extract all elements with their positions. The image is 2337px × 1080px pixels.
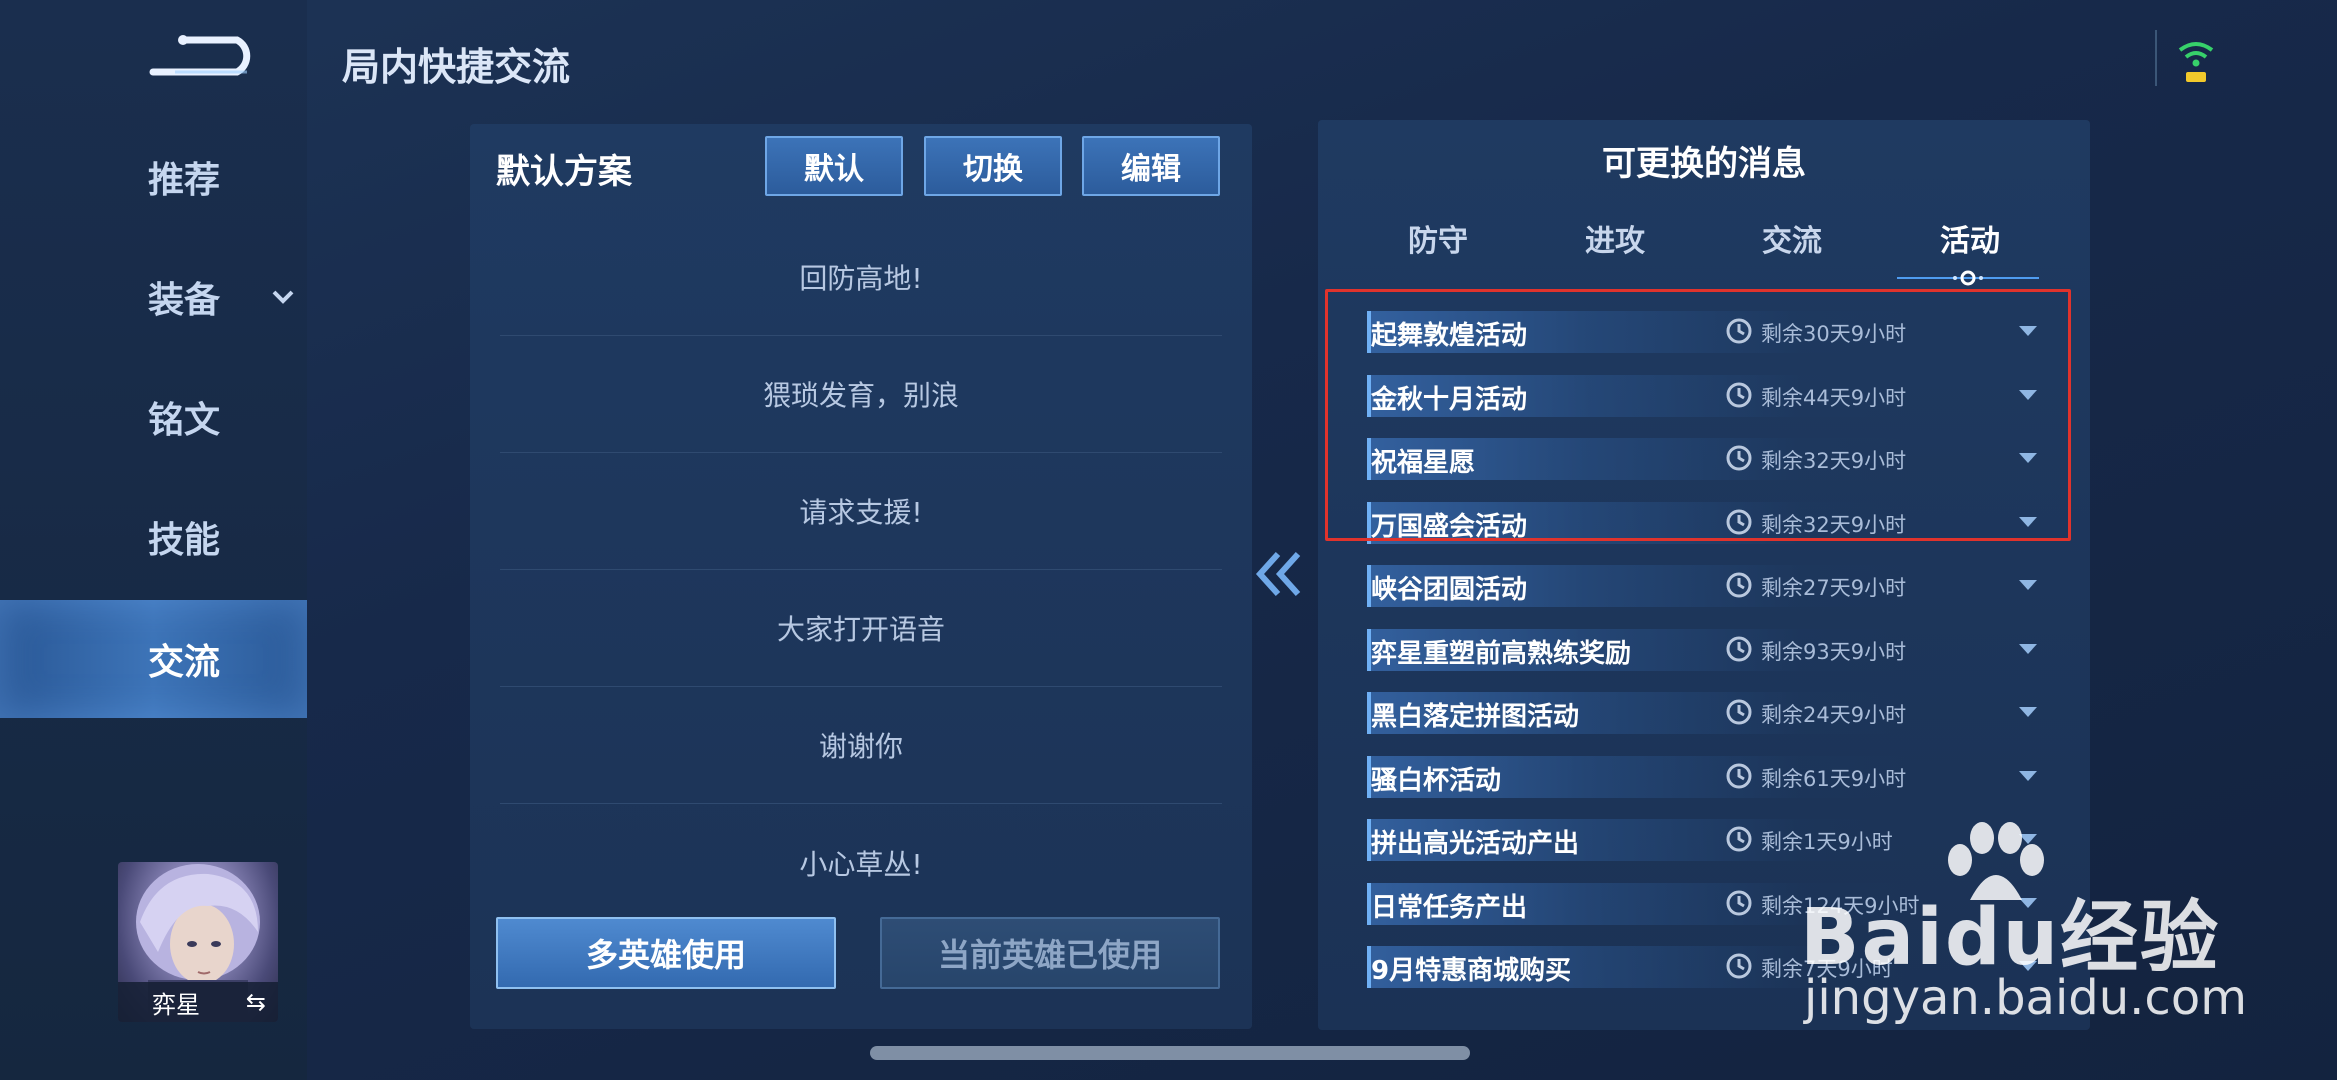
event-time: 剩余32天9小时 bbox=[1761, 449, 1907, 473]
sidebar-item-label: 铭文 bbox=[148, 400, 221, 441]
sidebar-item-skill[interactable]: 技能 bbox=[0, 478, 307, 596]
event-time: 剩余27天9小时 bbox=[1761, 576, 1907, 600]
list-item[interactable]: 拼出高光活动产出 剩余1天9小时 bbox=[1365, 809, 2070, 873]
chevron-down-icon[interactable] bbox=[2017, 450, 2039, 466]
chevron-down-icon[interactable] bbox=[2017, 704, 2039, 720]
divider bbox=[2155, 30, 2157, 86]
event-name: 祝福星愿 bbox=[1371, 448, 1476, 478]
clock-icon bbox=[1726, 763, 1752, 788]
list-item[interactable]: 小心草丛! bbox=[500, 804, 1222, 921]
chevron-down-icon[interactable] bbox=[2017, 577, 2039, 593]
sidebar-item-label: 装备 bbox=[148, 280, 221, 321]
list-item[interactable]: 骚白杯活动 剩余61天9小时 bbox=[1365, 746, 2070, 810]
default-scheme-panel: 默认方案 默认 切换 编辑 回防高地! 猥琐发育，别浪 请求支援! 大家打开语音… bbox=[470, 124, 1252, 1029]
event-time: 剩余30天9小时 bbox=[1761, 322, 1907, 346]
list-item[interactable]: 黑白落定拼图活动 剩余24天9小时 bbox=[1365, 682, 2070, 746]
chevron-down-icon[interactable] bbox=[2017, 768, 2039, 784]
event-name: 金秋十月活动 bbox=[1371, 384, 1528, 415]
hero-name-bar: 弈星 ⇆ bbox=[118, 982, 278, 1022]
default-button[interactable]: 默认 bbox=[765, 136, 903, 196]
event-time: 剩余44天9小时 bbox=[1761, 385, 1907, 410]
list-item[interactable]: 金秋十月活动 剩余44天9小时 bbox=[1365, 365, 2070, 429]
event-time: 剩余24天9小时 bbox=[1761, 703, 1907, 727]
hero-name: 弈星 bbox=[152, 990, 200, 1019]
event-time: 剩余61天9小时 bbox=[1761, 766, 1907, 791]
clock-icon bbox=[1726, 826, 1752, 852]
current-hero-button: 当前英雄已使用 bbox=[880, 917, 1220, 989]
panel-title: 可更换的消息 bbox=[1602, 144, 1806, 184]
list-item[interactable]: 弈星重塑前高熟练奖励 剩余93天9小时 bbox=[1365, 619, 2070, 683]
switch-hero-icon[interactable]: ⇆ bbox=[246, 988, 266, 1016]
switch-button[interactable]: 切换 bbox=[924, 136, 1062, 196]
multi-hero-button[interactable]: 多英雄使用 bbox=[496, 917, 836, 989]
tab-activity[interactable]: 活动 bbox=[1910, 216, 2030, 260]
event-name: 拼出高光活动产出 bbox=[1371, 829, 1580, 859]
event-time: 剩余32天9小时 bbox=[1761, 512, 1907, 537]
event-name: 万国盛会活动 bbox=[1371, 511, 1528, 542]
tab-defense[interactable]: 防守 bbox=[1378, 216, 1498, 260]
event-time: 剩余1天9小时 bbox=[1761, 830, 1893, 854]
sidebar: 推荐 装备 铭文 技能 交流 弈星 ⇆ bbox=[0, 0, 307, 1080]
panel-header: 默认方案 默认 切换 编辑 bbox=[470, 124, 1252, 204]
sidebar-item-label: 技能 bbox=[148, 520, 221, 561]
double-chevron-left-icon[interactable] bbox=[1252, 548, 1310, 600]
event-name: 日常任务产出 bbox=[1371, 892, 1528, 923]
sidebar-item-label: 交流 bbox=[148, 642, 221, 683]
sidebar-item-inscription[interactable]: 铭文 bbox=[0, 358, 307, 476]
chevron-down-icon[interactable] bbox=[2017, 895, 2039, 911]
clock-icon bbox=[1726, 318, 1752, 344]
back-icon[interactable] bbox=[145, 28, 255, 84]
clock-icon bbox=[1726, 572, 1752, 598]
list-item[interactable]: 请求支援! bbox=[500, 453, 1222, 570]
clock-icon bbox=[1726, 445, 1752, 471]
panel-heading: 默认方案 bbox=[496, 152, 632, 192]
tab-indicator bbox=[1897, 270, 2039, 286]
clock-icon bbox=[1726, 636, 1752, 661]
tab-attack[interactable]: 进攻 bbox=[1555, 216, 1675, 260]
sidebar-item-recommend[interactable]: 推荐 bbox=[0, 118, 307, 236]
event-name: 峡谷团圆活动 bbox=[1371, 575, 1528, 605]
clock-icon bbox=[1726, 953, 1752, 979]
clock-icon bbox=[1726, 382, 1752, 407]
clock-icon bbox=[1726, 699, 1752, 725]
event-name: 骚白杯活动 bbox=[1371, 765, 1502, 796]
chevron-down-icon[interactable] bbox=[2017, 958, 2039, 974]
list-item[interactable]: 峡谷团圆活动 剩余27天9小时 bbox=[1365, 555, 2070, 619]
clock-icon bbox=[1726, 509, 1752, 534]
hero-avatar[interactable]: 弈星 ⇆ bbox=[118, 862, 278, 1022]
event-time: 剩余93天9小时 bbox=[1761, 639, 1907, 664]
chevron-down-icon[interactable] bbox=[270, 284, 296, 310]
chevron-down-icon[interactable] bbox=[2017, 831, 2039, 847]
event-name: 9月特惠商城购买 bbox=[1371, 956, 1572, 986]
home-indicator[interactable] bbox=[870, 1046, 1470, 1060]
list-item[interactable]: 起舞敦煌活动 剩余30天9小时 bbox=[1365, 301, 2070, 365]
clock-icon bbox=[1726, 890, 1752, 915]
page-title: 局内快捷交流 bbox=[342, 45, 571, 89]
event-time: 剩余124天9小时 bbox=[1761, 893, 1920, 918]
list-item[interactable]: 万国盛会活动 剩余32天9小时 bbox=[1365, 492, 2070, 556]
list-item[interactable]: 9月特惠商城购买 剩余7天9小时 bbox=[1365, 936, 2070, 1000]
sidebar-item-equipment[interactable]: 装备 bbox=[0, 238, 307, 356]
chevron-down-icon[interactable] bbox=[2017, 387, 2039, 403]
event-name: 黑白落定拼图活动 bbox=[1371, 702, 1580, 732]
sidebar-item-label: 推荐 bbox=[148, 160, 221, 201]
list-item[interactable]: 祝福星愿 剩余32天9小时 bbox=[1365, 428, 2070, 492]
chevron-down-icon[interactable] bbox=[2017, 514, 2039, 530]
event-name: 弈星重塑前高熟练奖励 bbox=[1371, 638, 1632, 669]
wifi-icon bbox=[2178, 42, 2214, 82]
chevron-down-icon[interactable] bbox=[2017, 323, 2039, 339]
event-list: 起舞敦煌活动 剩余30天9小时 金秋十月活动 剩余44天9小时 祝福星愿 剩余3… bbox=[1365, 301, 2070, 1000]
list-item[interactable]: 谢谢你 bbox=[500, 687, 1222, 804]
event-time: 剩余7天9小时 bbox=[1761, 957, 1893, 981]
list-item[interactable]: 大家打开语音 bbox=[500, 570, 1222, 687]
message-list: 回防高地! 猥琐发育，别浪 请求支援! 大家打开语音 谢谢你 小心草丛! bbox=[500, 219, 1222, 921]
list-item[interactable]: 回防高地! bbox=[500, 219, 1222, 336]
list-item[interactable]: 日常任务产出 剩余124天9小时 bbox=[1365, 873, 2070, 937]
tab-communication[interactable]: 交流 bbox=[1732, 216, 1852, 260]
sidebar-item-communication[interactable]: 交流 bbox=[0, 600, 307, 718]
event-name: 起舞敦煌活动 bbox=[1371, 321, 1528, 351]
list-item[interactable]: 猥琐发育，别浪 bbox=[500, 336, 1222, 453]
edit-button[interactable]: 编辑 bbox=[1082, 136, 1220, 196]
chevron-down-icon[interactable] bbox=[2017, 641, 2039, 657]
